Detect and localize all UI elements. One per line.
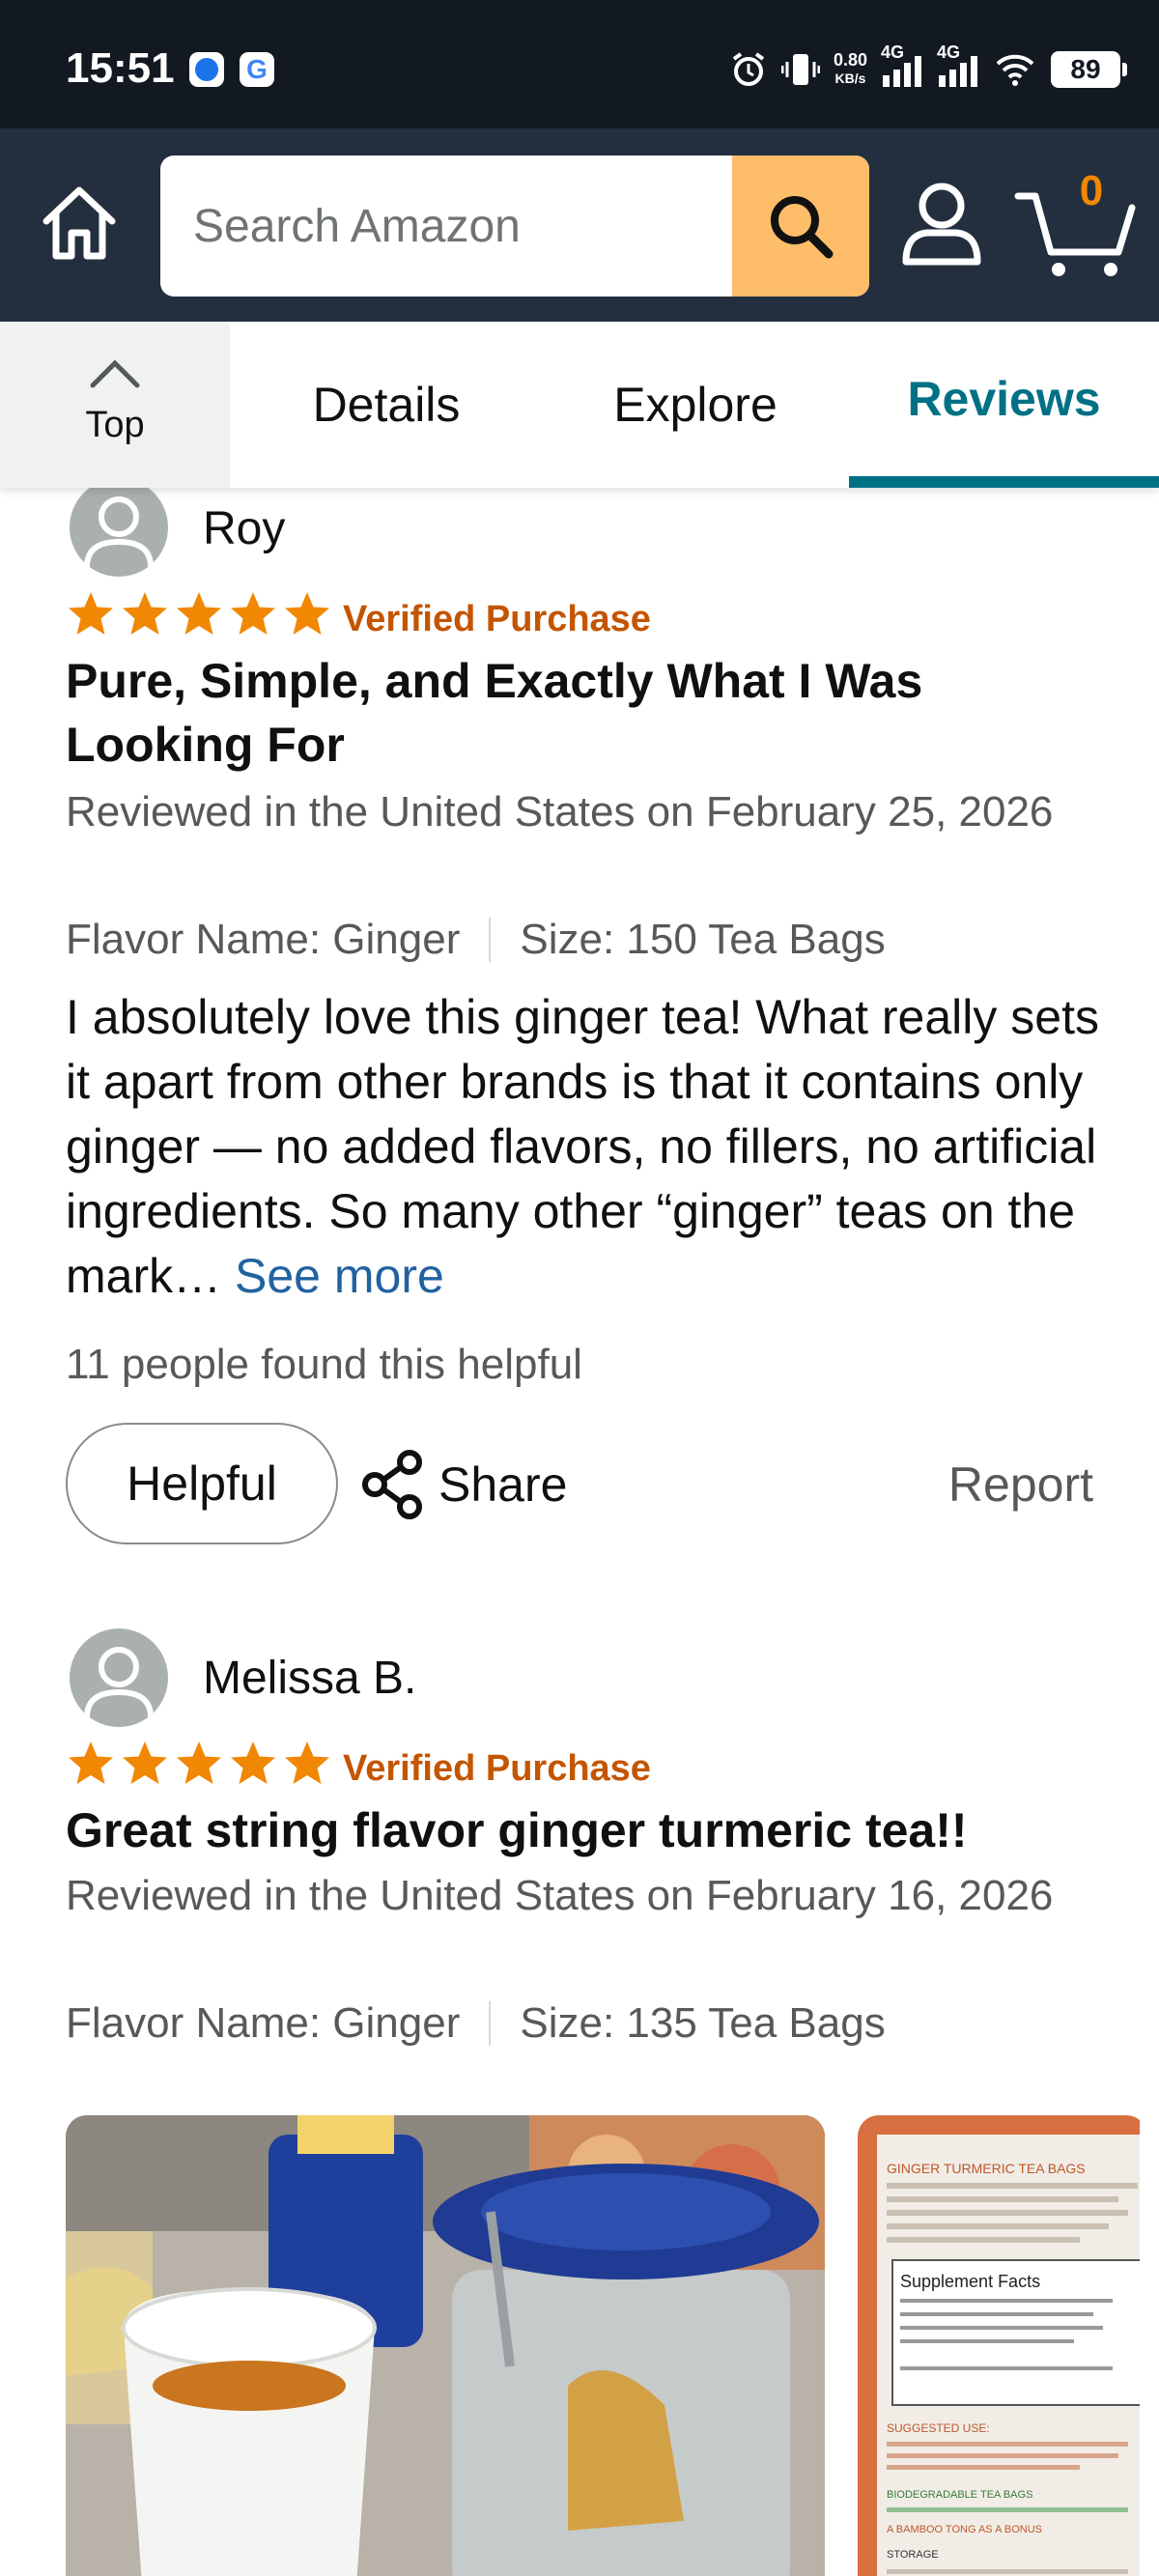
star-icon <box>69 1741 113 1784</box>
svg-text:STORAGE: STORAGE <box>887 2549 939 2561</box>
review-variant: Flavor Name: Ginger Size: 150 Tea Bags <box>66 916 886 964</box>
avatar-icon <box>84 1647 154 1718</box>
svg-text:GINGER TURMERIC TEA BAGS: GINGER TURMERIC TEA BAGS <box>887 2161 1086 2176</box>
star-icon <box>177 592 221 635</box>
avatar <box>70 1628 168 1727</box>
review-photo-strip[interactable]: GINGER TURMERIC TEA BAGS Supplement Fact… <box>66 2115 1140 2576</box>
alarm-icon <box>732 52 765 86</box>
google-icon: G <box>240 52 274 87</box>
star-icon <box>69 592 113 635</box>
report-link[interactable]: Report <box>948 1457 1093 1513</box>
svg-text:SUGGESTED USE:: SUGGESTED USE: <box>887 2421 990 2435</box>
helpful-button[interactable]: Helpful <box>66 1423 338 1544</box>
tab-explore[interactable]: Explore <box>589 322 802 488</box>
search-button[interactable] <box>732 156 869 297</box>
divider <box>489 2001 492 2046</box>
search-input[interactable] <box>160 156 732 297</box>
cart-count: 0 <box>1079 167 1104 214</box>
vibrate-icon <box>780 54 820 85</box>
share-button[interactable]: Share <box>359 1449 567 1520</box>
star-icon <box>285 1741 329 1784</box>
variant-size: Size: 150 Tea Bags <box>520 916 886 963</box>
svg-text:A BAMBOO TONG AS A BONUS: A BAMBOO TONG AS A BONUS <box>887 2524 1042 2535</box>
star-icon <box>231 1741 275 1784</box>
avatar-icon <box>84 496 154 568</box>
status-time: 15:51 <box>66 44 175 92</box>
star-icon <box>123 1741 167 1784</box>
net-speed: 0.80 KB/s <box>833 50 867 87</box>
tab-top[interactable]: Top <box>0 322 230 488</box>
search-icon <box>771 196 834 259</box>
review-photo[interactable]: GINGER TURMERIC TEA BAGS Supplement Fact… <box>858 2115 1140 2576</box>
see-more-link[interactable]: See more <box>235 1249 444 1303</box>
account-icon <box>902 183 981 266</box>
messenger-icon <box>189 52 224 87</box>
variant-flavor: Flavor Name: Ginger <box>66 916 461 963</box>
variant-size: Size: 135 Tea Bags <box>520 1999 886 2047</box>
wifi-icon <box>996 54 1034 86</box>
star-icon <box>231 592 275 635</box>
review-body: I absolutely love this ginger tea! What … <box>66 985 1109 1309</box>
star-rating <box>66 589 332 639</box>
verified-purchase-badge: Verified Purchase <box>343 1748 651 1789</box>
reviewer-name[interactable]: Roy <box>203 502 285 555</box>
avatar <box>70 478 168 577</box>
search-box <box>160 156 869 297</box>
review-variant: Flavor Name: Ginger Size: 135 Tea Bags <box>66 1999 886 2048</box>
share-icon <box>362 1450 422 1519</box>
review-date: Reviewed in the United States on Februar… <box>66 788 1054 835</box>
signal-2: 4G <box>937 42 979 89</box>
tab-details[interactable]: Details <box>280 322 493 488</box>
reviewer-name[interactable]: Melissa B. <box>203 1652 416 1705</box>
variant-flavor: Flavor Name: Ginger <box>66 1999 461 2047</box>
section-tabs: Top Details Explore Reviews <box>0 322 1159 488</box>
home-button[interactable] <box>33 177 126 269</box>
review-date: Reviewed in the United States on Februar… <box>66 1872 1054 1919</box>
divider <box>489 918 492 962</box>
review-title: Pure, Simple, and Exactly What I Was Loo… <box>66 654 923 772</box>
chevron-up-icon <box>90 359 140 388</box>
svg-text:Supplement Facts: Supplement Facts <box>900 2272 1040 2291</box>
review-title: Great string flavor ginger turmeric tea!… <box>66 1803 968 1857</box>
battery-indicator: 89 <box>1051 51 1127 88</box>
review-photo[interactable] <box>66 2115 825 2576</box>
status-indicators: 0.80 KB/s 4G 4G 89 <box>729 42 1127 91</box>
star-icon <box>285 592 329 635</box>
status-bar: 15:51 G 0.80 KB/s 4G 4G 89 <box>0 0 1159 128</box>
star-icon <box>177 1741 221 1784</box>
verified-purchase-badge: Verified Purchase <box>343 599 651 639</box>
app-header: 0 <box>0 128 1159 322</box>
signal-1: 4G <box>881 42 923 89</box>
star-rating <box>66 1739 332 1789</box>
account-button[interactable] <box>898 177 985 273</box>
helpful-count: 11 people found this helpful <box>66 1341 582 1388</box>
review-photo-image <box>66 2115 825 2576</box>
home-icon <box>42 186 116 260</box>
review-photo-image: GINGER TURMERIC TEA BAGS Supplement Fact… <box>858 2115 1140 2576</box>
cart-button[interactable]: 0 <box>1014 167 1140 283</box>
star-icon <box>123 592 167 635</box>
tab-reviews[interactable]: Reviews <box>849 322 1159 488</box>
svg-text:BIODEGRADABLE TEA BAGS: BIODEGRADABLE TEA BAGS <box>887 2489 1032 2501</box>
review-text: I absolutely love this ginger tea! What … <box>66 990 1099 1303</box>
